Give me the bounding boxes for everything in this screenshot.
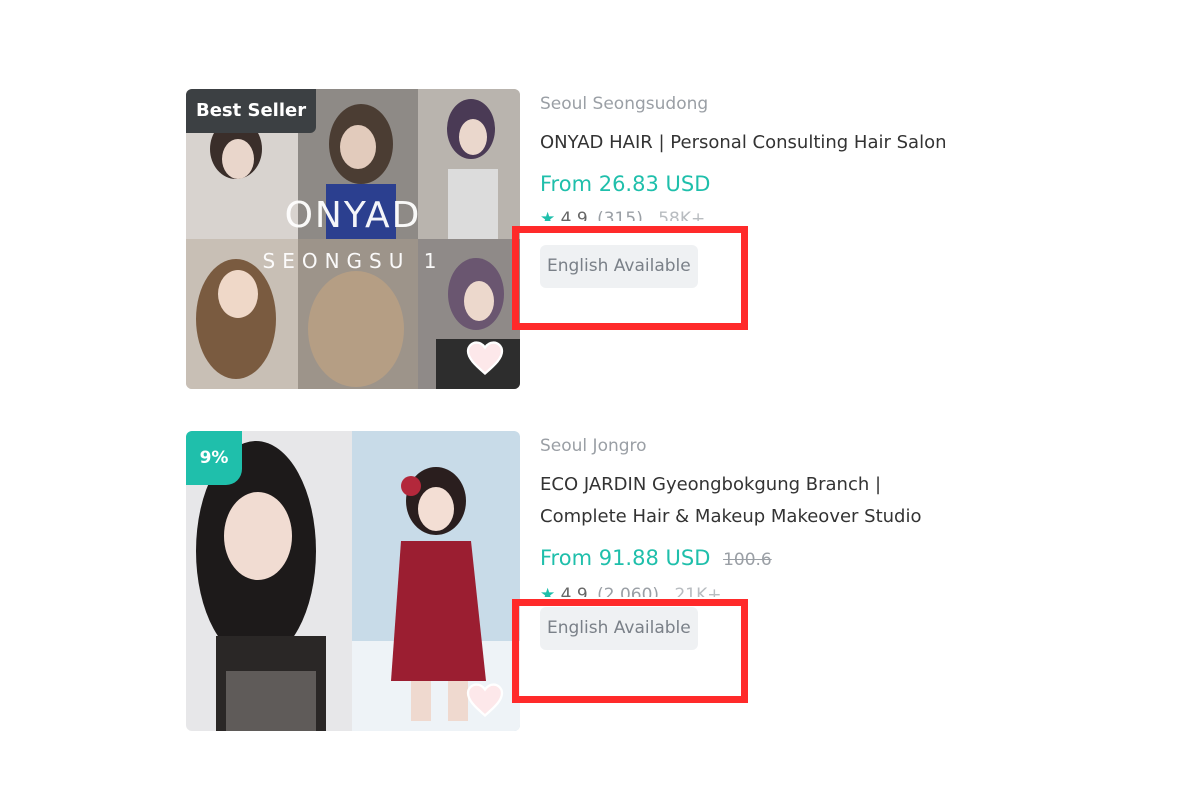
star-icon: ★ [540, 209, 556, 221]
price-value: From 26.83 USD [540, 172, 711, 196]
heart-icon[interactable] [466, 341, 504, 375]
review-count: (2,060) [597, 585, 660, 597]
listing-info: Seoul Seongsudong ONYAD HAIR | Personal … [540, 89, 1010, 288]
discount-badge: 9% [186, 431, 242, 485]
listing-image[interactable]: 9% [186, 431, 520, 731]
view-count: 58K+ [658, 209, 706, 221]
english-available-tag: English Available [540, 245, 698, 288]
image-overlay-title: ONYAD [284, 195, 422, 236]
listing-title[interactable]: ONYAD HAIR | Personal Consulting Hair Sa… [540, 127, 1010, 159]
best-seller-badge: Best Seller [186, 89, 317, 133]
rating-row: ★ 4.9 (315) 58K+ [540, 209, 1010, 221]
listing-title-line[interactable]: Complete Hair & Makeup Makeover Studio [540, 501, 1010, 533]
english-available-tag: English Available [540, 607, 698, 650]
star-icon: ★ [540, 585, 556, 597]
listing-price: From 91.88 USD 100.6 [540, 543, 1010, 575]
review-count: (315) [597, 209, 643, 221]
original-price: 100.6 [723, 550, 772, 570]
view-count: 21K+ [674, 585, 722, 597]
listing-card[interactable]: ONYAD SEONGSU 1 Best Seller Seoul Seongs… [186, 89, 1006, 389]
rating-value: 4.9 [560, 585, 588, 597]
listing-title-line[interactable]: ONYAD HAIR | Personal Consulting Hair Sa… [540, 127, 1010, 159]
heart-icon[interactable] [466, 683, 504, 717]
listing-image[interactable]: ONYAD SEONGSU 1 Best Seller [186, 89, 520, 389]
rating-value: 4.9 [560, 209, 588, 221]
listing-title[interactable]: ECO JARDIN Gyeongbokgung Branch | Comple… [540, 469, 1010, 533]
listing-card[interactable]: 9% Seoul Jongro ECO JARDIN Gyeongbokgung… [186, 431, 1006, 731]
listing-info: Seoul Jongro ECO JARDIN Gyeongbokgung Br… [540, 431, 1010, 650]
listing-location: Seoul Jongro [540, 436, 647, 456]
listing-title-line[interactable]: ECO JARDIN Gyeongbokgung Branch | [540, 469, 1010, 501]
price-value: From 91.88 USD [540, 546, 711, 570]
image-overlay-subtitle: SEONGSU 1 [262, 249, 444, 273]
listing-location: Seoul Seongsudong [540, 94, 709, 114]
rating-row: ★ 4.9 (2,060) 21K+ [540, 585, 1010, 597]
listing-price: From 26.83 USD [540, 169, 1010, 199]
